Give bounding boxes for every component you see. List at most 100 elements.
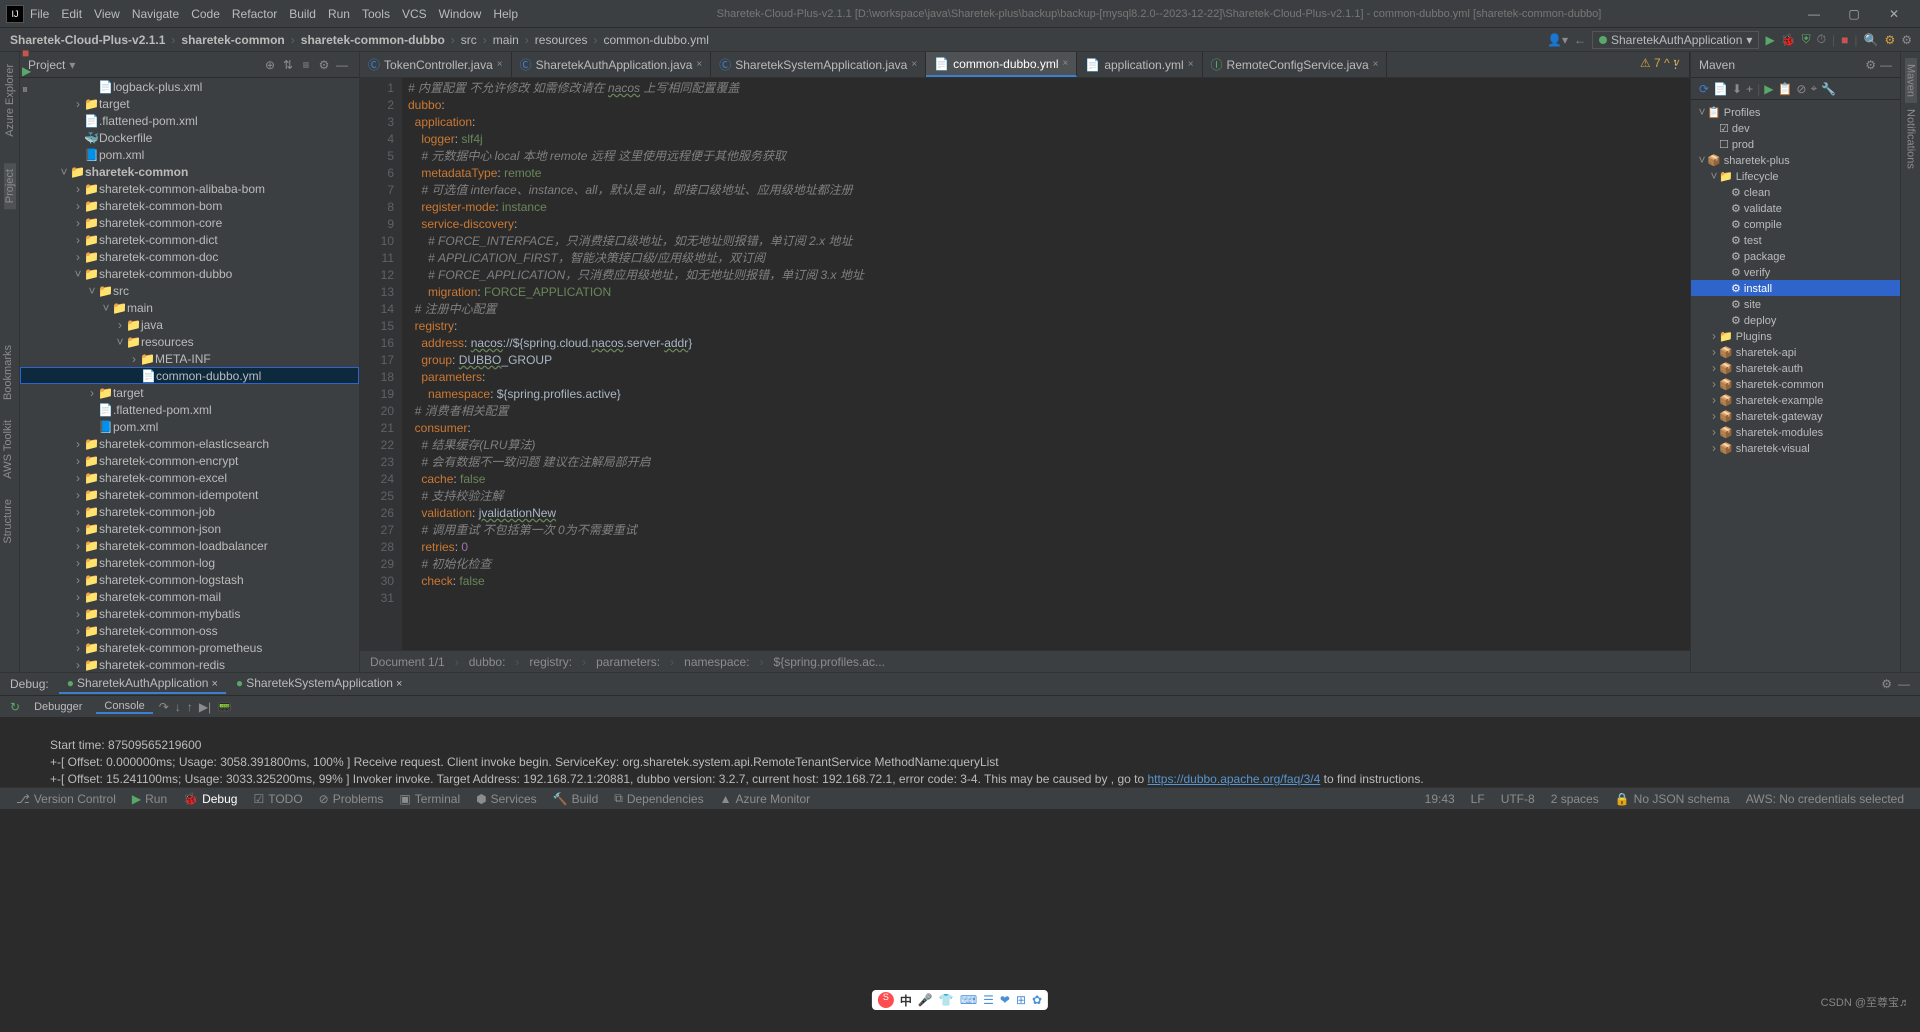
- window-maximize[interactable]: ▢: [1834, 0, 1874, 28]
- tree-item[interactable]: ›📁 target: [20, 95, 359, 112]
- tree-item[interactable]: ›📁 sharetek-common-logstash: [20, 571, 359, 588]
- breadcrumb-seg[interactable]: src: [457, 33, 481, 47]
- inspection-widget[interactable]: ⚠ 7 ^ ˅: [1640, 56, 1680, 70]
- debugger-tab[interactable]: Debugger: [26, 701, 90, 713]
- profile-icon[interactable]: ⏱: [1817, 32, 1826, 47]
- tree-item[interactable]: ›📁 sharetek-common-loadbalancer: [20, 537, 359, 554]
- tree-item[interactable]: ›📁 sharetek-common-oss: [20, 622, 359, 639]
- status-run[interactable]: ▶ Run: [124, 792, 175, 806]
- tree-item[interactable]: 🐳 Dockerfile: [20, 129, 359, 146]
- menu-build[interactable]: Build: [283, 7, 322, 21]
- code-editor[interactable]: 1234567891011121314151617181920212223242…: [360, 78, 1690, 650]
- maven-hide-icon[interactable]: ⚙: [1865, 58, 1876, 72]
- tree-item[interactable]: ›📁 sharetek-common-core: [20, 214, 359, 231]
- select-opened-icon[interactable]: ⊕: [261, 56, 279, 74]
- maven-item[interactable]: ☑ dev: [1691, 120, 1900, 136]
- maven-min-icon[interactable]: —: [1880, 58, 1892, 72]
- maven-item[interactable]: ›📦 sharetek-gateway: [1691, 408, 1900, 424]
- maven-settings-icon[interactable]: 🔧: [1821, 82, 1836, 96]
- menu-vcs[interactable]: VCS: [396, 7, 433, 21]
- menu-view[interactable]: View: [88, 7, 126, 21]
- tree-item[interactable]: ›📁 sharetek-common-bom: [20, 197, 359, 214]
- tree-item[interactable]: ˅📁 sharetek-common: [20, 163, 359, 180]
- breadcrumb-seg[interactable]: sharetek-common: [177, 33, 288, 47]
- maven-exec-icon[interactable]: 📋: [1777, 82, 1792, 96]
- tool-bookmarks[interactable]: Bookmarks: [0, 335, 16, 410]
- menu-tools[interactable]: Tools: [356, 7, 396, 21]
- collapse-icon[interactable]: ≡: [297, 56, 315, 74]
- maven-toggle-icon[interactable]: ⊘: [1796, 82, 1806, 96]
- debug-resume-icon[interactable]: ▶: [22, 64, 31, 78]
- step-into-icon[interactable]: ↓: [175, 700, 181, 714]
- editor-tab[interactable]: 📄application.yml×: [1077, 52, 1202, 77]
- console-link[interactable]: https://dubbo.apache.org/faq/3/4: [1147, 772, 1320, 786]
- tool-aws[interactable]: AWS Toolkit: [0, 410, 16, 489]
- maven-reload-icon[interactable]: ⟳: [1699, 82, 1709, 96]
- editor-tab[interactable]: ⒸTokenController.java×: [360, 52, 512, 77]
- step-out-icon[interactable]: ↑: [187, 700, 193, 714]
- status-deps[interactable]: ⧉ Dependencies: [606, 791, 711, 806]
- eval-icon[interactable]: 📟: [217, 700, 232, 714]
- menu-help[interactable]: Help: [487, 7, 524, 21]
- close-icon[interactable]: ×: [696, 59, 702, 70]
- tool-azure-explorer[interactable]: Azure Explorer: [4, 58, 16, 143]
- tree-item[interactable]: ˅📁 resources: [20, 333, 359, 350]
- maven-item[interactable]: ⚙ install: [1691, 280, 1900, 296]
- menu-edit[interactable]: Edit: [55, 7, 88, 21]
- maven-item[interactable]: ˅📦 sharetek-plus: [1691, 152, 1900, 168]
- maven-item[interactable]: ›📦 sharetek-api: [1691, 344, 1900, 360]
- maven-run-icon[interactable]: ▶: [1764, 82, 1773, 96]
- close-icon[interactable]: ×: [1373, 59, 1379, 70]
- window-close[interactable]: ✕: [1874, 0, 1914, 28]
- tree-item[interactable]: 📄 .flattened-pom.xml: [20, 112, 359, 129]
- debug-restart-icon[interactable]: ↻: [10, 700, 20, 714]
- close-icon[interactable]: ×: [911, 59, 917, 70]
- editor-crumb[interactable]: Document 1/1: [368, 655, 447, 669]
- editor-tab[interactable]: ⒸSharetekAuthApplication.java×: [512, 52, 712, 77]
- status-azure[interactable]: ▲ Azure Monitor: [712, 792, 819, 806]
- maven-item[interactable]: ⚙ package: [1691, 248, 1900, 264]
- maven-item[interactable]: ⚙ validate: [1691, 200, 1900, 216]
- tree-item[interactable]: 📘 pom.xml: [20, 146, 359, 163]
- hide-tree-icon[interactable]: —: [333, 56, 351, 74]
- run-to-icon[interactable]: ▶|: [199, 700, 211, 714]
- editor-tab[interactable]: ⒾRemoteConfigService.java×: [1203, 52, 1388, 77]
- tree-item[interactable]: 📄 .flattened-pom.xml: [20, 401, 359, 418]
- editor-crumb[interactable]: parameters:: [594, 655, 662, 669]
- maven-item[interactable]: ›📦 sharetek-modules: [1691, 424, 1900, 440]
- tree-item[interactable]: ›📁 sharetek-common-mybatis: [20, 605, 359, 622]
- menu-refactor[interactable]: Refactor: [226, 7, 283, 21]
- status-enc[interactable]: UTF-8: [1493, 792, 1543, 806]
- maven-item[interactable]: ›📦 sharetek-common: [1691, 376, 1900, 392]
- status-services[interactable]: ⬢ Services: [468, 792, 545, 806]
- maven-item[interactable]: ›📦 sharetek-auth: [1691, 360, 1900, 376]
- run-icon[interactable]: ▶: [1765, 33, 1774, 47]
- breadcrumb-seg[interactable]: Sharetek-Cloud-Plus-v2.1.1: [6, 33, 169, 47]
- editor-crumb[interactable]: ${spring.profiles.ac...: [772, 655, 887, 669]
- menu-file[interactable]: File: [24, 7, 55, 21]
- tree-item[interactable]: ›📁 sharetek-common-job: [20, 503, 359, 520]
- debug-stop-icon[interactable]: ■: [22, 46, 31, 60]
- back-icon[interactable]: ←: [1574, 33, 1586, 47]
- console-tab[interactable]: Console: [96, 700, 152, 714]
- editor-tab[interactable]: 📄common-dubbo.yml×: [926, 52, 1077, 77]
- maven-item[interactable]: ˅📁 Lifecycle: [1691, 168, 1900, 184]
- breadcrumb-seg[interactable]: common-dubbo.yml: [599, 33, 712, 47]
- maven-item[interactable]: ⚙ deploy: [1691, 312, 1900, 328]
- tree-item[interactable]: ›📁 sharetek-common-encrypt: [20, 452, 359, 469]
- status-lf[interactable]: LF: [1463, 792, 1493, 806]
- maven-download-icon[interactable]: ⬇: [1732, 82, 1742, 96]
- tree-item[interactable]: ›📁 java: [20, 316, 359, 333]
- gear-icon[interactable]: ⚙: [1901, 33, 1912, 47]
- maven-item[interactable]: ⚙ test: [1691, 232, 1900, 248]
- settings-sync-icon[interactable]: ⚙: [1884, 33, 1895, 47]
- tree-item[interactable]: ›📁 sharetek-common-json: [20, 520, 359, 537]
- debug-pause-icon[interactable]: ⏸: [22, 82, 31, 97]
- maven-item[interactable]: ›📦 sharetek-visual: [1691, 440, 1900, 456]
- tree-settings-icon[interactable]: ⚙: [315, 56, 333, 74]
- maven-item[interactable]: ⚙ compile: [1691, 216, 1900, 232]
- debug-hide-icon[interactable]: —: [1898, 677, 1910, 691]
- editor-crumb[interactable]: namespace:: [682, 655, 751, 669]
- close-icon[interactable]: ×: [1188, 59, 1194, 70]
- step-over-icon[interactable]: ↷: [159, 700, 169, 714]
